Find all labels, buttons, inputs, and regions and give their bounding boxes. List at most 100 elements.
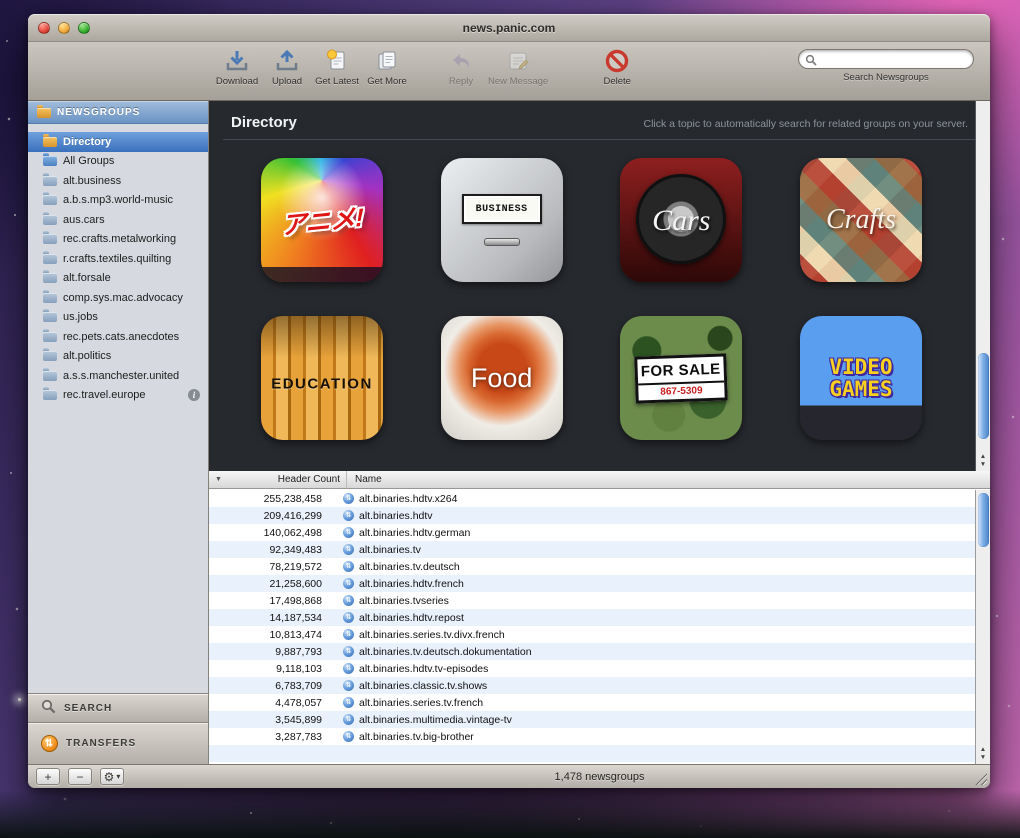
newsgroups-folder-icon (37, 108, 51, 118)
directory-scrollbar-thumb[interactable] (978, 353, 989, 439)
reply-button[interactable]: Reply (438, 47, 484, 87)
add-group-button[interactable]: + (36, 768, 60, 785)
table-row[interactable]: 14,187,534 ⇅ alt.binaries.hdtv.repost (209, 609, 975, 626)
newsgroup-table: ▼ Header Count Name 255,238,458 ⇅ alt.bi… (209, 471, 990, 764)
directory-tile-cars[interactable]: Cars (620, 158, 742, 282)
get-more-label: Get More (367, 76, 407, 87)
table-row[interactable]: 6,783,709 ⇅ alt.binaries.classic.tv.show… (209, 677, 975, 694)
header-count-cell: 209,416,299 (209, 510, 334, 522)
sidebar-item[interactable]: rec.travel.europe i (28, 386, 208, 406)
sidebar-item-label: alt.politics (63, 350, 111, 362)
directory-tile-video-games[interactable]: VIDEO GAMES (800, 316, 922, 440)
sort-caret-icon[interactable]: ▼ (215, 476, 222, 483)
table-row[interactable]: 255,238,458 ⇅ alt.binaries.hdtv.x264 (209, 490, 975, 507)
folder-icon (43, 371, 57, 381)
scroll-up-icon[interactable]: ▲ (980, 453, 986, 461)
sidebar-item-label: rec.pets.cats.anecdotes (63, 331, 179, 343)
directory-scroll-arrows[interactable]: ▲ ▼ (976, 453, 990, 469)
new-message-button[interactable]: New Message (488, 47, 548, 87)
newsgroup-name-cell: alt.binaries.tv.big-brother (359, 731, 474, 743)
crafts-tile-label: Crafts (826, 204, 896, 236)
titlebar[interactable]: news.panic.com (28, 14, 990, 42)
directory-scrollbar[interactable]: ▲ ▼ (975, 101, 990, 471)
table-row[interactable]: 92,349,483 ⇅ alt.binaries.tv (209, 541, 975, 558)
toolbar: Download Upload Get Latest Get More Repl… (28, 42, 990, 101)
remove-group-button[interactable]: − (68, 768, 92, 785)
sidebar-transfers-label: TRANSFERS (66, 738, 136, 749)
column-header-count[interactable]: Header Count (209, 471, 347, 488)
get-more-button[interactable]: Get More (364, 47, 410, 87)
column-header-name[interactable]: Name (347, 471, 382, 488)
table-scroll-arrows[interactable]: ▲ ▼ (976, 746, 990, 762)
sidebar-item[interactable]: Directory (28, 132, 208, 152)
sidebar-item-label: alt.business (63, 175, 121, 187)
sidebar-item[interactable]: a.b.s.mp3.world-music (28, 191, 208, 211)
sidebar-item[interactable]: alt.business (28, 171, 208, 191)
table-scrollbar-thumb[interactable] (978, 493, 989, 547)
sidebar-item[interactable]: r.crafts.textiles.quilting (28, 249, 208, 269)
table-row[interactable]: 140,062,498 ⇅ alt.binaries.hdtv.german (209, 524, 975, 541)
table-row[interactable]: 3,287,783 ⇅ alt.binaries.tv.big-brother (209, 728, 975, 745)
newsgroup-name-cell: alt.binaries.tvseries (359, 595, 449, 607)
table-row[interactable]: 9,118,103 ⇅ alt.binaries.hdtv.tv-episode… (209, 660, 975, 677)
table-row[interactable]: 3,545,899 ⇅ alt.binaries.multimedia.vint… (209, 711, 975, 728)
search-icon (805, 53, 817, 71)
directory-tile-food[interactable]: Food (441, 316, 563, 440)
sidebar-item[interactable]: comp.sys.mac.advocacy (28, 288, 208, 308)
newsgroup-count-status: 1,478 newsgroups (209, 771, 990, 783)
info-icon[interactable]: i (188, 389, 200, 401)
table-row[interactable]: 21,258,600 ⇅ alt.binaries.hdtv.french (209, 575, 975, 592)
newsgroups-section-header[interactable]: NEWSGROUPS (28, 101, 208, 124)
folder-icon (43, 176, 57, 186)
gear-icon: ⚙ (104, 770, 115, 784)
sidebar-item[interactable]: rec.crafts.metalworking (28, 230, 208, 250)
table-row[interactable]: 78,219,572 ⇅ alt.binaries.tv.deutsch (209, 558, 975, 575)
scroll-down-icon[interactable]: ▼ (980, 461, 986, 469)
minimize-button[interactable] (58, 22, 70, 34)
directory-tile-education[interactable]: EDUCATION (261, 316, 383, 440)
sidebar-item[interactable]: alt.politics (28, 347, 208, 367)
upload-button[interactable]: Upload (264, 47, 310, 87)
table-scrollbar[interactable]: ▲ ▼ (975, 490, 990, 764)
action-menu-button[interactable]: ⚙ ▾ (100, 768, 124, 785)
sidebar-search-icon (41, 699, 56, 717)
zoom-button[interactable] (78, 22, 90, 34)
get-latest-button[interactable]: Get Latest (314, 47, 360, 87)
delete-button[interactable]: Delete (594, 47, 640, 87)
scroll-up-icon[interactable]: ▲ (980, 746, 986, 754)
minus-icon: − (76, 770, 83, 784)
directory-tile-anime[interactable]: アニメ! (261, 158, 383, 282)
anime-tile-label: アニメ! (281, 198, 363, 243)
directory-tile-forsale[interactable]: FOR SALE 867-5309 (620, 316, 742, 440)
newsgroup-icon: ⇅ (343, 612, 354, 623)
header-count-cell: 6,783,709 (209, 680, 334, 692)
search-input[interactable] (798, 49, 974, 69)
table-row[interactable]: 4,478,057 ⇅ alt.binaries.series.tv.frenc… (209, 694, 975, 711)
close-button[interactable] (38, 22, 50, 34)
sidebar-transfers-section[interactable]: ⇅ TRANSFERS (28, 722, 208, 764)
header-count-cell: 9,118,103 (209, 663, 334, 675)
sidebar-item-label: alt.forsale (63, 272, 111, 284)
header-count-cell: 10,813,474 (209, 629, 334, 641)
folder-icon (43, 390, 57, 400)
sidebar-item[interactable]: a.s.s.manchester.united (28, 366, 208, 386)
desktop-star-glow (18, 698, 21, 701)
sidebar-item[interactable]: us.jobs (28, 308, 208, 328)
sidebar-item[interactable]: alt.forsale (28, 269, 208, 289)
table-row[interactable]: 17,498,868 ⇅ alt.binaries.tvseries (209, 592, 975, 609)
scroll-down-icon[interactable]: ▼ (980, 754, 986, 762)
newsgroup-name-cell: alt.binaries.hdtv.x264 (359, 493, 457, 505)
toolbar-search: Search Newsgroups (798, 47, 974, 83)
table-row[interactable]: 10,813,474 ⇅ alt.binaries.series.tv.divx… (209, 626, 975, 643)
sidebar-search-section[interactable]: SEARCH (28, 693, 208, 722)
sidebar-item[interactable]: All Groups (28, 152, 208, 172)
download-button[interactable]: Download (214, 47, 260, 87)
header-count-cell: 21,258,600 (209, 578, 334, 590)
sidebar-item[interactable]: rec.pets.cats.anecdotes (28, 327, 208, 347)
sidebar-item[interactable]: aus.cars (28, 210, 208, 230)
get-more-icon (373, 47, 401, 75)
directory-tile-business[interactable]: BUSINESS (441, 158, 563, 282)
table-row[interactable]: 209,416,299 ⇅ alt.binaries.hdtv (209, 507, 975, 524)
table-row[interactable]: 9,887,793 ⇅ alt.binaries.tv.deutsch.doku… (209, 643, 975, 660)
directory-tile-crafts[interactable]: Crafts (800, 158, 922, 282)
